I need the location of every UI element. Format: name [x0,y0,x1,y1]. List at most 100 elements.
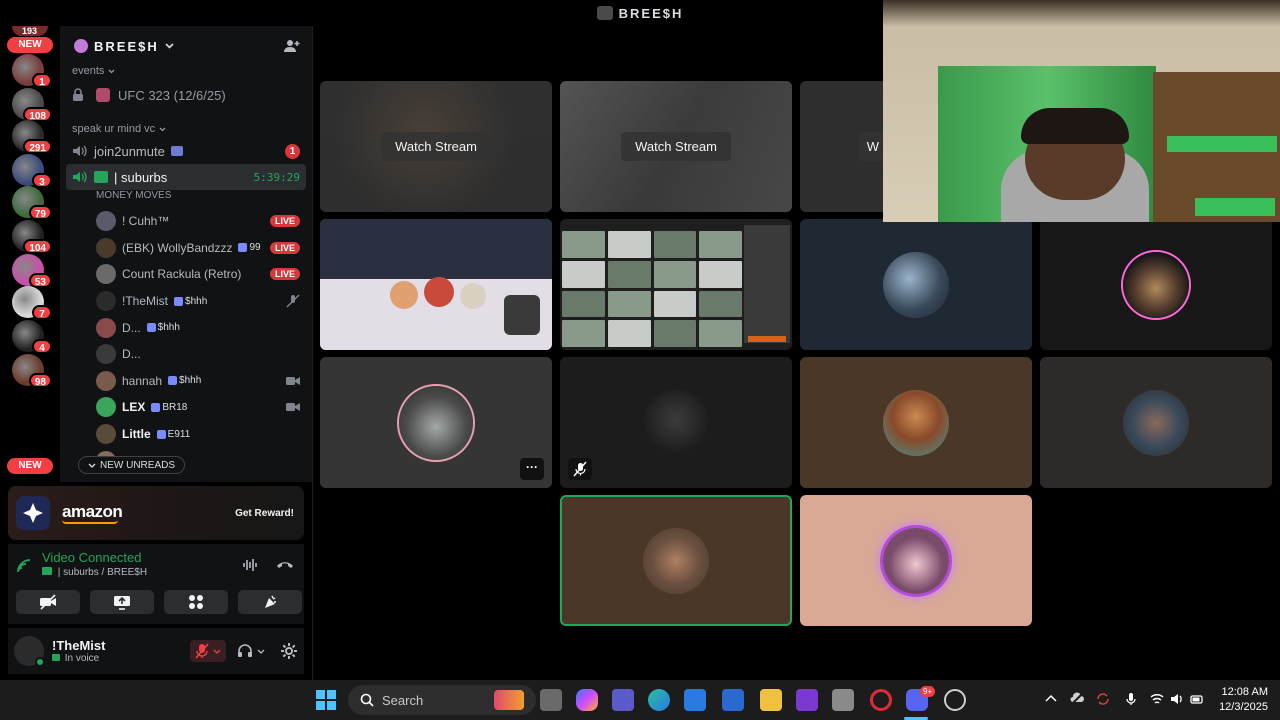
webcam-overlay[interactable] [883,0,1280,222]
avatar [96,237,116,258]
voice-user[interactable]: ! Cuhh™ LIVE [60,208,312,235]
server-icon[interactable]: 7 [12,286,52,320]
participant-tile-3[interactable]: ··· [320,357,552,488]
category-speak[interactable]: speak ur mind vc [60,120,312,138]
server-icon[interactable]: 4 [12,320,52,354]
watch-stream-button[interactable]: Watch Stream [381,132,491,161]
chevron-up-icon[interactable] [1044,692,1058,706]
stream-tile-plushies[interactable] [320,219,552,350]
guild-header[interactable]: BREE$H [60,26,312,66]
account-avatar[interactable] [14,636,45,667]
server-icon[interactable]: 291 [12,120,52,154]
stream-tile-2[interactable]: Watch Stream [560,81,792,212]
soundboard-button[interactable] [238,590,302,614]
voice-user[interactable]: Little E911 [60,421,312,448]
voice-location[interactable]: | suburbs / BREE$H [42,567,147,578]
teams-icon[interactable] [612,689,634,711]
screen-share-icon [114,596,130,610]
watch-stream-button[interactable]: Watch Stream [621,132,731,161]
camera-off-button[interactable] [16,590,80,614]
account-names[interactable]: !TheMist In voice [52,638,105,664]
server-icon[interactable]: 53 [12,254,52,288]
voice-user-name: D... [122,347,141,362]
server-icon[interactable]: 79 [12,186,52,220]
sync-icon[interactable] [1096,692,1110,706]
noise-suppression-icon[interactable] [242,558,258,572]
participant-tile-speaking[interactable] [560,495,792,626]
live-badge: LIVE [269,241,300,254]
screen-share-button[interactable] [90,590,154,614]
participant-tile-2[interactable] [1040,219,1272,350]
signal-icon[interactable] [16,558,32,574]
stream-tile-3[interactable]: W [800,81,883,212]
battery-icon[interactable] [1190,692,1204,706]
channel-suburbs[interactable]: | suburbs 5:39:29 [66,164,306,190]
server-icon[interactable]: 108 [12,88,52,122]
voice-user[interactable]: LEX BR18 [60,394,312,421]
plush-3 [460,283,486,309]
opera-icon[interactable] [870,689,892,711]
cloud-off-icon[interactable] [1070,692,1084,706]
new-pill-top[interactable]: NEW [7,37,53,53]
deafen-button[interactable] [234,640,268,662]
participant-tile-6[interactable] [1040,357,1272,488]
guild-name[interactable]: BREE$H [74,39,174,54]
voice-user[interactable]: Count Rackula (Retro) LIVE [60,261,312,288]
taskbar-clock[interactable]: 12:08 AM 12/3/2025 [1219,685,1268,715]
voice-user[interactable]: (EBK) WollyBandzzz 99 LIVE [60,235,312,262]
participant-tile-4[interactable] [560,357,792,488]
windows-start-icon[interactable] [315,689,337,711]
file-explorer-icon[interactable] [760,689,782,711]
get-reward-button[interactable]: Get Reward! [235,508,294,519]
activities-button[interactable] [164,590,228,614]
channel-join2unmute[interactable]: join2unmute 1 [60,138,312,164]
server-icon[interactable]: 1 [12,54,52,88]
server-icon[interactable]: 104 [12,220,52,254]
copilot-icon[interactable] [576,689,598,711]
voice-status-title[interactable]: Video Connected [42,550,147,565]
server-badge: 4 [32,339,52,354]
outlook-icon[interactable] [722,689,744,711]
avatar [96,317,116,338]
chevron-down-icon [213,649,221,654]
task-view-icon[interactable] [540,689,562,711]
voice-user[interactable]: D... [60,341,312,368]
server-icon[interactable]: 3 [12,154,52,188]
speedometer-icon[interactable] [944,689,966,711]
gear-icon[interactable] [280,642,298,660]
dropbox-icon[interactable] [684,689,706,711]
voice-user[interactable]: hannah $hhh [60,368,312,395]
promo-brand-text: amazon [62,502,123,521]
camera-app-icon[interactable] [832,689,854,711]
edge-icon[interactable] [648,689,670,711]
server-icon[interactable]: 98 [12,354,52,388]
participant-avatar [643,527,709,594]
add-member-icon[interactable] [284,39,300,53]
watch-stream-button-partial[interactable]: W [858,132,883,161]
taskbar-search[interactable]: Search [348,685,536,715]
channel-event[interactable]: UFC 323 (12/6/25) [60,80,312,110]
account-bar: !TheMist In voice [8,628,304,674]
wifi-icon[interactable] [1150,692,1164,706]
promo-banner[interactable]: amazon Get Reward! [8,486,304,540]
category-events[interactable]: events [60,62,312,80]
stream-tile-1[interactable]: Watch Stream [320,81,552,212]
microphone-icon[interactable] [1124,692,1138,706]
video-editor-icon[interactable] [796,689,818,711]
more-options-button[interactable]: ··· [520,458,544,480]
participant-tile-1[interactable] [800,219,1032,350]
user-tag-text: $hhh [179,375,202,387]
server-badge: 3 [32,173,52,188]
sidebar-divider [312,26,313,680]
voice-user[interactable]: D... $hhh [60,314,312,341]
listing-thumbnail [562,320,605,347]
new-unreads-pill[interactable]: NEW UNREADS [78,456,186,474]
volume-icon[interactable] [1170,692,1184,706]
participant-tile-5[interactable] [800,357,1032,488]
stream-tile-screen[interactable] [560,219,792,350]
participant-tile-7[interactable] [800,495,1032,626]
voice-user[interactable]: !TheMist $hhh [60,288,312,315]
new-pill-bottom[interactable]: NEW [7,458,53,474]
mute-button[interactable] [190,640,226,662]
disconnect-icon[interactable] [276,558,294,572]
